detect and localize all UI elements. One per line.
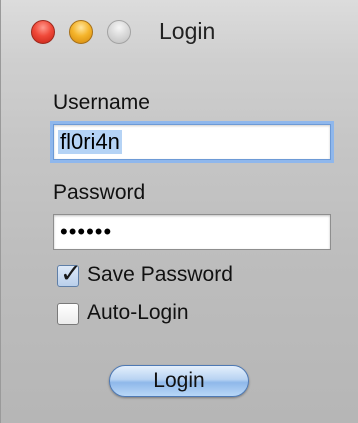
password-value: •••••• bbox=[60, 219, 113, 244]
password-label: Password bbox=[53, 181, 146, 204]
auto-login-label[interactable]: Auto-Login bbox=[87, 301, 189, 325]
login-button[interactable]: Login bbox=[109, 365, 249, 397]
minimize-button[interactable] bbox=[69, 20, 93, 44]
auto-login-checkbox[interactable] bbox=[57, 303, 79, 325]
password-field[interactable]: •••••• bbox=[53, 214, 331, 250]
username-value: fl0ri4n bbox=[58, 129, 122, 154]
checkmark-icon: ✓ bbox=[60, 258, 82, 288]
save-password-label[interactable]: Save Password bbox=[87, 263, 233, 287]
save-password-checkbox[interactable]: ✓ bbox=[57, 260, 82, 287]
login-window: Login Username fl0ri4n Password •••••• ✓… bbox=[0, 0, 358, 423]
window-title: Login bbox=[159, 18, 216, 44]
username-label: Username bbox=[53, 91, 150, 114]
title-bar: Login bbox=[1, 0, 358, 64]
username-field[interactable]: fl0ri4n bbox=[53, 124, 331, 160]
zoom-button[interactable] bbox=[107, 20, 131, 44]
close-button[interactable] bbox=[31, 20, 55, 44]
